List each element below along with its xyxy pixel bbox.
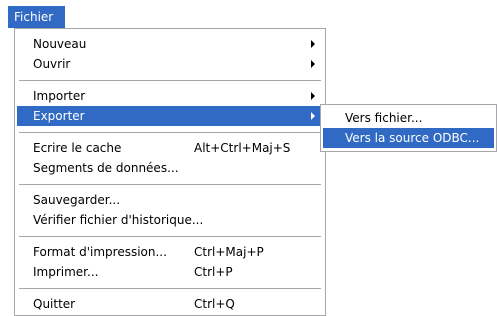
app-stage: Fichier Nouveau Ouvrir Importer Exporter… (0, 0, 497, 316)
menu-item-shortcut: Ctrl+P (194, 265, 233, 279)
menu-item-shortcut: Ctrl+Maj+P (194, 245, 264, 259)
menu-item-label: Nouveau (33, 37, 87, 51)
menu-item-label: Quitter (33, 297, 76, 311)
submenu-arrow-icon (311, 92, 315, 100)
menu-item-nouveau[interactable]: Nouveau (17, 34, 323, 54)
menu-item-label: Ouvrir (33, 57, 71, 71)
menu-item-exporter[interactable]: Exporter (17, 106, 323, 126)
menu-item-label: Format d'impression... (33, 245, 167, 259)
menu-item-ouvrir[interactable]: Ouvrir (17, 54, 323, 74)
menu-item-sauvegarder[interactable]: Sauvegarder... (17, 190, 323, 210)
menu-item-imprimer[interactable]: Imprimer... Ctrl+P (17, 262, 323, 282)
menu-separator (19, 236, 321, 237)
menu-item-label: Vérifier fichier d'historique... (33, 213, 204, 227)
menu-item-label: Segments de données... (33, 161, 179, 175)
menu-item-format-impression[interactable]: Format d'impression... Ctrl+Maj+P (17, 242, 323, 262)
menu-item-label: Imprimer... (33, 265, 99, 279)
menu-item-segments[interactable]: Segments de données... (17, 158, 323, 178)
menu-separator (19, 132, 321, 133)
menu-item-label: Ecrire le cache (33, 141, 122, 155)
menu-item-ecrire-cache[interactable]: Ecrire le cache Alt+Ctrl+Maj+S (17, 138, 323, 158)
menu-separator (19, 184, 321, 185)
submenu-item-label: Vers fichier... (345, 111, 423, 125)
submenu-arrow-icon (311, 112, 315, 120)
menu-item-label: Importer (33, 89, 86, 103)
menu-separator (19, 80, 321, 81)
submenu-item-vers-odbc[interactable]: Vers la source ODBC... (323, 128, 494, 148)
menu-item-shortcut: Ctrl+Q (194, 297, 235, 311)
menu-item-label: Sauvegarder... (33, 193, 121, 207)
fichier-dropdown-menu: Nouveau Ouvrir Importer Exporter Ecrire … (14, 28, 326, 316)
submenu-arrow-icon (311, 60, 315, 68)
menu-item-shortcut: Alt+Ctrl+Maj+S (194, 141, 291, 155)
menu-item-quitter[interactable]: Quitter Ctrl+Q (17, 294, 323, 314)
menu-item-label: Exporter (33, 109, 85, 123)
menu-item-importer[interactable]: Importer (17, 86, 323, 106)
menu-separator (19, 288, 321, 289)
submenu-item-vers-fichier[interactable]: Vers fichier... (323, 108, 494, 128)
submenu-item-label: Vers la source ODBC... (345, 131, 480, 145)
menu-item-verifier-historique[interactable]: Vérifier fichier d'historique... (17, 210, 323, 230)
menu-fichier[interactable]: Fichier (8, 6, 65, 28)
exporter-submenu: Vers fichier... Vers la source ODBC... (320, 104, 497, 152)
submenu-arrow-icon (311, 40, 315, 48)
